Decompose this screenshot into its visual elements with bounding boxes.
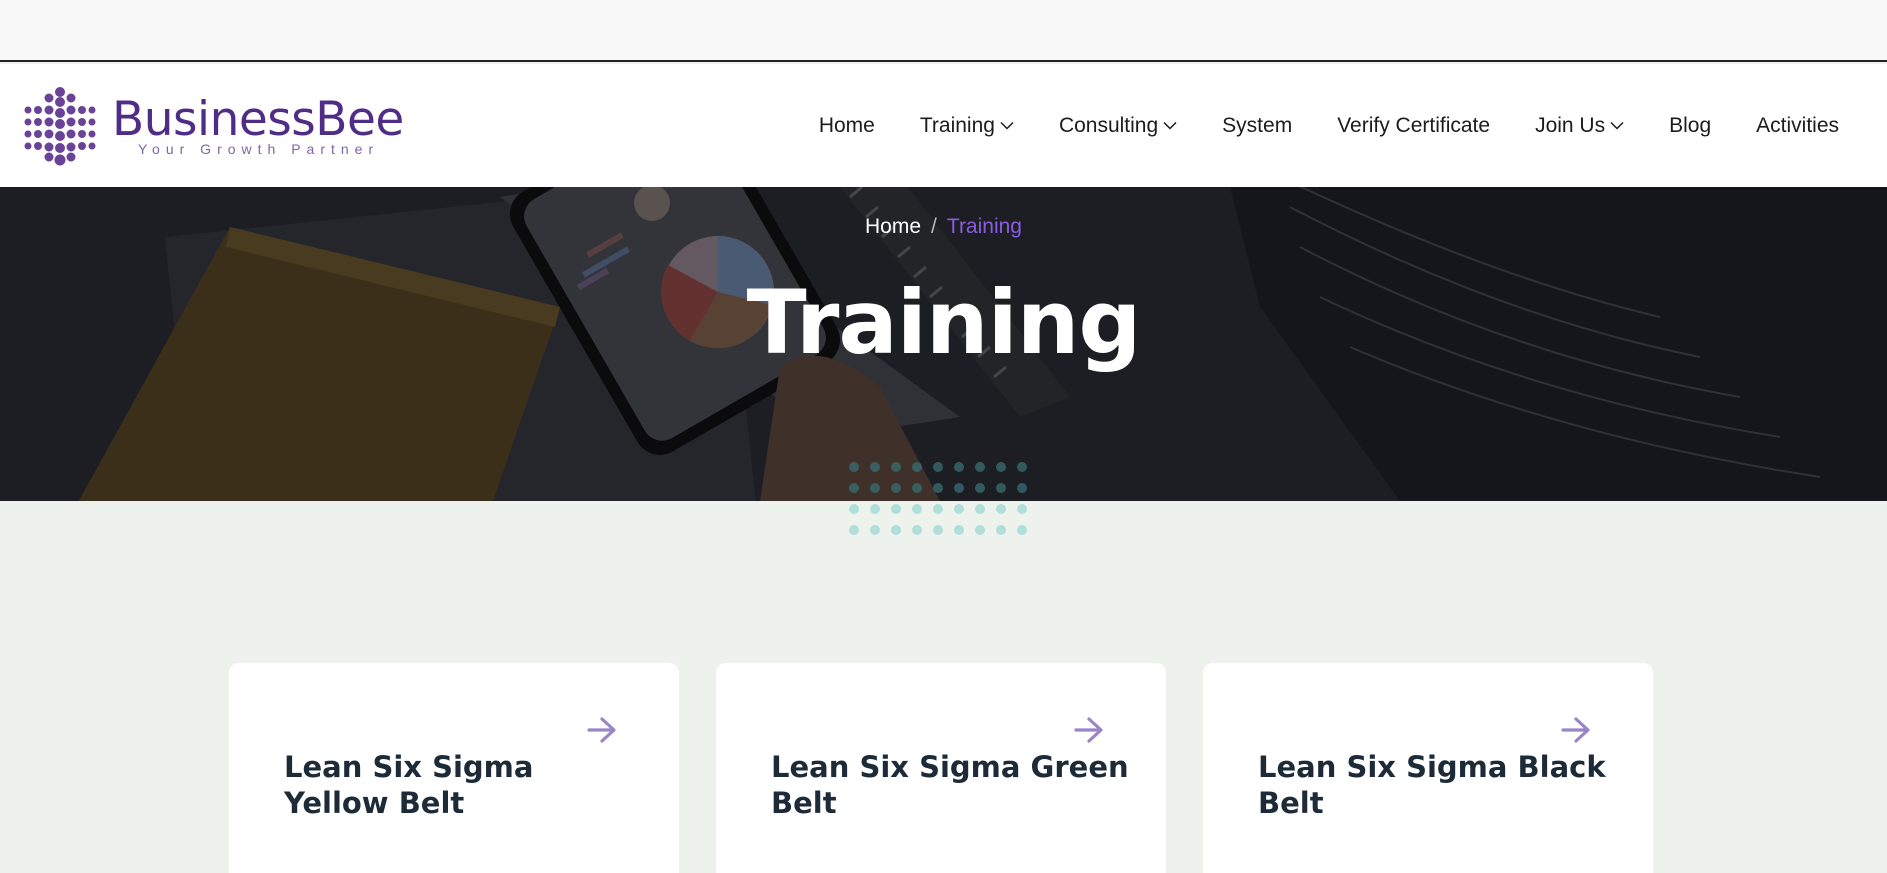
- breadcrumb-current: Training: [946, 215, 1022, 238]
- course-card-black-belt[interactable]: Lean Six Sigma Black Belt: [1203, 663, 1653, 873]
- nav-item-label: System: [1222, 113, 1293, 137]
- site-header: BusinessBee Your Growth Partner Home Tra…: [0, 64, 1887, 187]
- card-title: Lean Six Sigma Green Belt: [771, 750, 1129, 820]
- nav-item-activities[interactable]: Activities: [1756, 114, 1839, 138]
- nav-item-blog[interactable]: Blog: [1669, 114, 1711, 138]
- breadcrumb-separator: /: [931, 215, 937, 238]
- nav-item-system[interactable]: System: [1222, 114, 1292, 138]
- breadcrumb-home-link[interactable]: Home: [865, 215, 921, 238]
- nav-item-label: Training: [919, 113, 995, 137]
- logo-dots-icon: [24, 87, 96, 166]
- main-nav: Home Training Consulting System Verify C…: [774, 64, 1839, 187]
- nav-item-training[interactable]: Training: [920, 114, 1014, 138]
- brand-name: BusinessBee: [112, 92, 404, 147]
- nav-item-label: Blog: [1669, 113, 1712, 137]
- chevron-down-icon: [1610, 121, 1624, 130]
- card-title: Lean Six Sigma Yellow Belt: [284, 750, 534, 820]
- breadcrumb: Home / Training: [0, 215, 1887, 239]
- decorative-dots-icon: [849, 462, 1027, 535]
- page-hero: Home / Training Training: [0, 187, 1887, 501]
- card-title: Lean Six Sigma Black Belt: [1258, 750, 1606, 820]
- chevron-down-icon: [1000, 121, 1014, 130]
- nav-item-consulting[interactable]: Consulting: [1059, 114, 1177, 138]
- nav-item-label: Consulting: [1058, 113, 1159, 137]
- arrow-right-icon[interactable]: [587, 717, 617, 743]
- arrow-right-icon[interactable]: [1074, 717, 1104, 743]
- top-bar: [0, 0, 1887, 62]
- nav-item-label: Home: [818, 113, 875, 137]
- arrow-right-icon[interactable]: [1561, 717, 1591, 743]
- course-card-green-belt[interactable]: Lean Six Sigma Green Belt: [716, 663, 1166, 873]
- brand-logo[interactable]: BusinessBee Your Growth Partner: [20, 86, 420, 166]
- nav-item-label: Verify Certificate: [1337, 113, 1491, 137]
- nav-item-join-us[interactable]: Join Us: [1535, 114, 1624, 138]
- nav-item-home[interactable]: Home: [819, 114, 875, 138]
- page-title: Training: [746, 271, 1142, 374]
- nav-item-label: Activities: [1756, 113, 1839, 137]
- nav-item-verify-certificate[interactable]: Verify Certificate: [1337, 114, 1490, 138]
- nav-item-label: Join Us: [1535, 113, 1606, 137]
- chevron-down-icon: [1163, 121, 1177, 130]
- course-card-yellow-belt[interactable]: Lean Six Sigma Yellow Belt: [229, 663, 679, 873]
- brand-tagline: Your Growth Partner: [138, 141, 380, 157]
